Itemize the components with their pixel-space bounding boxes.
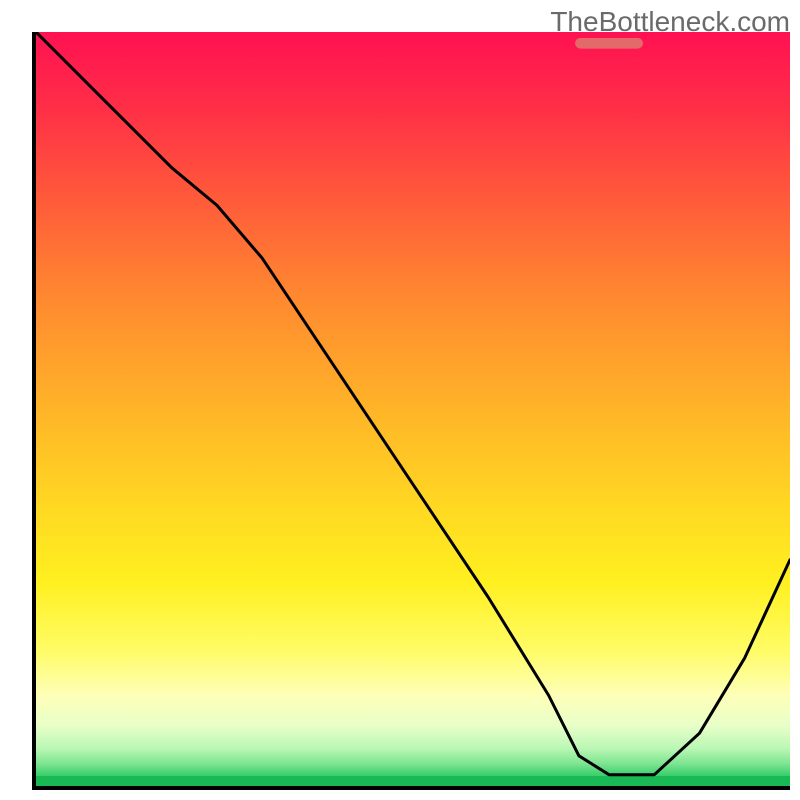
plot-area — [32, 32, 790, 790]
chart-frame: TheBottleneck.com — [0, 0, 800, 800]
green-bottom-strip — [36, 776, 790, 786]
background-gradient — [36, 32, 790, 786]
